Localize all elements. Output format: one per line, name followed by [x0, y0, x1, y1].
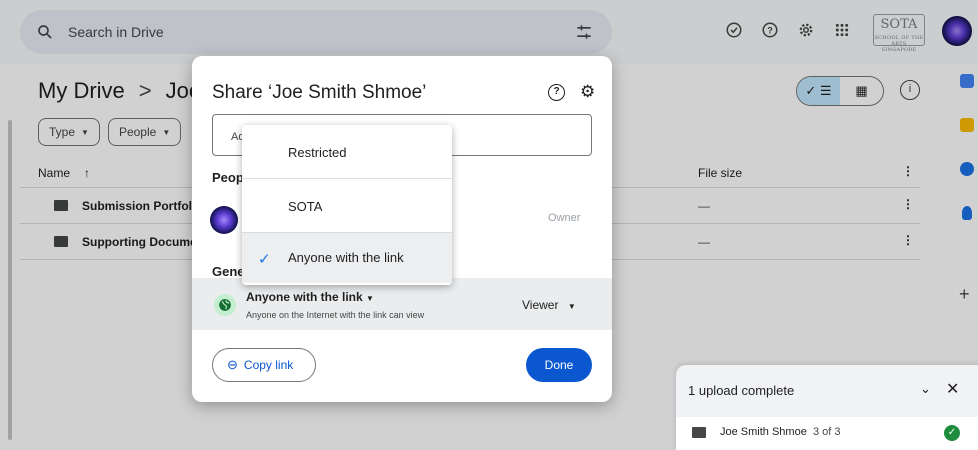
upload-item[interactable]: Joe Smith Shmoe 3 of 3 ✓ [676, 417, 978, 450]
collapse-chevron-icon[interactable]: ⌄ [920, 381, 931, 397]
general-access-menu: Restricted SOTA ✓ Anyone with the link [242, 125, 452, 285]
general-access-header: Gene [212, 264, 245, 279]
settings-icon[interactable]: ⚙ [580, 82, 595, 102]
people-with-access-header: Peop [212, 170, 244, 185]
general-access-dropdown[interactable]: Anyone with the link ▼ [246, 290, 374, 304]
globe-icon [214, 294, 236, 316]
chevron-down-icon: ▼ [366, 294, 374, 303]
upload-item-count: 3 of 3 [812, 426, 841, 438]
close-icon[interactable]: ✕ [946, 379, 959, 399]
general-access-value: Anyone with the link [246, 290, 363, 304]
general-access-description: Anyone on the Internet with the link can… [246, 310, 425, 320]
link-icon: ⊖ [227, 357, 238, 372]
menu-item-restricted[interactable]: Restricted [242, 125, 452, 178]
help-icon[interactable]: ? [548, 84, 565, 101]
copy-link-label: Copy link [243, 358, 294, 372]
general-access-row: Anyone with the link ▼ Anyone on the Int… [192, 278, 612, 330]
folder-icon [692, 427, 706, 438]
upload-status-panel: 1 upload complete ⌄ ✕ Joe Smith Shmoe 3 … [676, 365, 978, 450]
menu-item-label: Anyone with the link [288, 250, 404, 265]
menu-item-label: SOTA [288, 199, 323, 214]
role-dropdown[interactable]: Viewer ▼ [522, 298, 576, 312]
owner-role-label: Owner [548, 212, 581, 224]
chevron-down-icon: ▼ [567, 302, 576, 311]
role-value: Viewer [522, 298, 559, 312]
upload-complete-check-icon: ✓ [944, 425, 960, 441]
menu-item-label: Restricted [288, 145, 347, 160]
upload-item-label: Joe Smith Shmoe 3 of 3 [720, 426, 840, 438]
menu-item-anyone-with-link[interactable]: ✓ Anyone with the link [242, 233, 452, 283]
upload-status-title: 1 upload complete [688, 383, 795, 398]
copy-link-button[interactable]: ⊖ Copy link [212, 348, 316, 382]
menu-item-sota[interactable]: SOTA [242, 179, 452, 232]
done-button[interactable]: Done [526, 348, 592, 382]
owner-avatar [210, 206, 238, 234]
check-icon: ✓ [258, 251, 271, 268]
upload-item-name: Joe Smith Shmoe [720, 426, 807, 438]
dialog-title: Share ‘Joe Smith Shmoe’ [212, 82, 427, 103]
